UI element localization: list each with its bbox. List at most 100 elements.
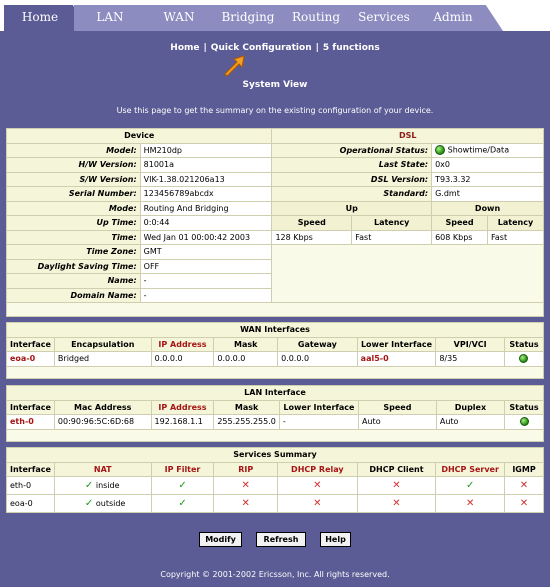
wan-mask: 0.0.0.0 (213, 351, 279, 367)
svc-col-dhcp-relay: DHCP Relay (277, 461, 358, 477)
svc-col-nat: NAT (53, 461, 152, 477)
down-speed-value: 608 Kbps (431, 229, 488, 245)
lan-col-mac-address: Mac Address (53, 399, 152, 415)
up-speed-value: 128 Kbps (271, 229, 353, 245)
tab-admin[interactable]: Admin (417, 5, 503, 31)
nav-separator: | (315, 43, 319, 53)
lan-mask: 255.255.255.0 (213, 414, 280, 430)
lan-col-ip-address: IP Address (150, 399, 215, 415)
pointer-arrow-icon (224, 55, 245, 77)
wan-vpi-vci: 8/35 (435, 351, 505, 367)
time-value: Wed Jan 01 00:00:42 2003 (139, 229, 273, 245)
status-green-icon (435, 145, 446, 156)
svc-dhcp-client: ✕ (356, 494, 437, 513)
lan-col-duplex: Duplex (435, 399, 506, 415)
serial-number-label: Serial Number: (6, 186, 141, 202)
hw-version-label: H/W Version: (6, 157, 141, 173)
model-label: Model: (6, 142, 141, 158)
last-state-value: 0x0 (431, 157, 544, 173)
check-icon: ✓ (84, 498, 94, 509)
functions-link[interactable]: 5 functions (323, 43, 380, 53)
mode-value: Routing And Bridging (139, 200, 273, 216)
device-header: Device (5, 128, 273, 144)
quick-configuration-link[interactable]: Quick Configuration (211, 43, 312, 53)
up-latency-header: Latency (351, 215, 433, 231)
wan-col-ip-address: IP Address (150, 336, 215, 352)
svc-igmp: ✕ (504, 494, 544, 513)
up-header: Up (271, 200, 433, 216)
lan-mac-address: 00:90:96:5C:6D:68 (53, 414, 152, 430)
svc-interface: eth-0 (6, 476, 55, 495)
svc-rip: ✕ (213, 476, 279, 495)
svc-col-dhcp-server: DHCP Server (435, 461, 505, 477)
breadcrumb-nav: Home | Quick Configuration | 5 functions (0, 43, 550, 53)
cross-icon: ✕ (519, 480, 529, 491)
wan-interfaces-table: WAN Interfaces Interface Encapsulation I… (6, 322, 545, 379)
time-zone-label: Time Zone: (6, 244, 141, 260)
daylight-saving-value: OFF (139, 258, 273, 274)
svc-dhcp-relay: ✕ (277, 494, 358, 513)
svc-nat-value: inside (95, 481, 120, 490)
domain-name-value: - (139, 287, 273, 303)
down-latency-header: Latency (487, 215, 544, 231)
operational-status-text: Showtime/Data (447, 145, 510, 155)
check-icon: ✓ (178, 480, 187, 491)
lan-interface-table: LAN Interface Interface Mac Address IP A… (6, 385, 544, 442)
status-green-icon (519, 354, 529, 364)
standard-label: Standard: (271, 186, 433, 202)
time-label: Time: (6, 229, 141, 245)
home-link[interactable]: Home (170, 43, 199, 53)
svc-dhcp-client: ✕ (356, 476, 437, 495)
cross-icon: ✕ (241, 480, 250, 491)
wan-title: WAN Interfaces (6, 322, 544, 338)
mode-label: Mode: (6, 200, 141, 216)
page-title: System View (242, 80, 308, 90)
svc-ip-filter: ✓ (150, 494, 215, 513)
svc-ip-filter: ✓ (150, 476, 215, 495)
up-speed-header: Speed (271, 215, 353, 231)
wan-col-encapsulation: Encapsulation (53, 336, 152, 352)
dsl-empty-area (271, 244, 544, 303)
svc-col-interface: Interface (6, 461, 55, 477)
cross-icon: ✕ (465, 498, 475, 509)
wan-gateway: 0.0.0.0 (277, 351, 358, 367)
wan-col-gateway: Gateway (277, 336, 358, 352)
svc-nat-value: outside (95, 499, 126, 508)
svc-dhcp-server: ✓ (435, 476, 505, 495)
up-time-value: 0:0:44 (139, 215, 273, 231)
lan-lower-interface: - (278, 414, 360, 430)
lan-interface-link[interactable]: eth-0 (6, 414, 55, 430)
lan-speed: Auto (358, 414, 437, 430)
wan-col-lower-interface: Lower Interface (356, 336, 437, 352)
lan-col-speed: Speed (358, 399, 437, 415)
daylight-saving-label: Daylight Saving Time: (6, 258, 141, 274)
wan-col-mask: Mask (213, 336, 279, 352)
up-latency-value: Fast (351, 229, 433, 245)
name-value: - (139, 273, 273, 289)
check-icon: ✓ (465, 480, 475, 491)
hw-version-value: 81001a (139, 157, 273, 173)
page-intro: Use this page to get the summary on the … (116, 106, 434, 115)
cross-icon: ✕ (392, 498, 401, 509)
help-button[interactable]: Help (320, 532, 351, 547)
down-header: Down (431, 200, 544, 216)
svc-rip: ✕ (213, 494, 279, 513)
refresh-button[interactable]: Refresh (256, 532, 306, 547)
cross-icon: ✕ (313, 480, 322, 491)
svc-interface: eoa-0 (6, 494, 55, 513)
up-time-label: Up Time: (6, 215, 141, 231)
dsl-version-value: T93.3.32 (431, 171, 544, 187)
sw-version-value: VIK-1.38.021206a13 (139, 171, 273, 187)
wan-col-interface: Interface (6, 336, 55, 352)
wan-col-status: Status (503, 336, 545, 352)
wan-lower-interface-link[interactable]: aal5-0 (356, 351, 437, 367)
lan-status (504, 414, 544, 430)
standard-value: G.dmt (431, 186, 544, 202)
lan-ip-address: 192.168.1.1 (150, 414, 215, 430)
status-green-icon (519, 417, 529, 427)
wan-interface-link[interactable]: eoa-0 (6, 351, 55, 367)
cross-icon: ✕ (241, 498, 250, 509)
wan-encapsulation: Bridged (53, 351, 152, 367)
modify-button[interactable]: Modify (199, 532, 242, 547)
svc-col-ip-filter: IP Filter (150, 461, 215, 477)
